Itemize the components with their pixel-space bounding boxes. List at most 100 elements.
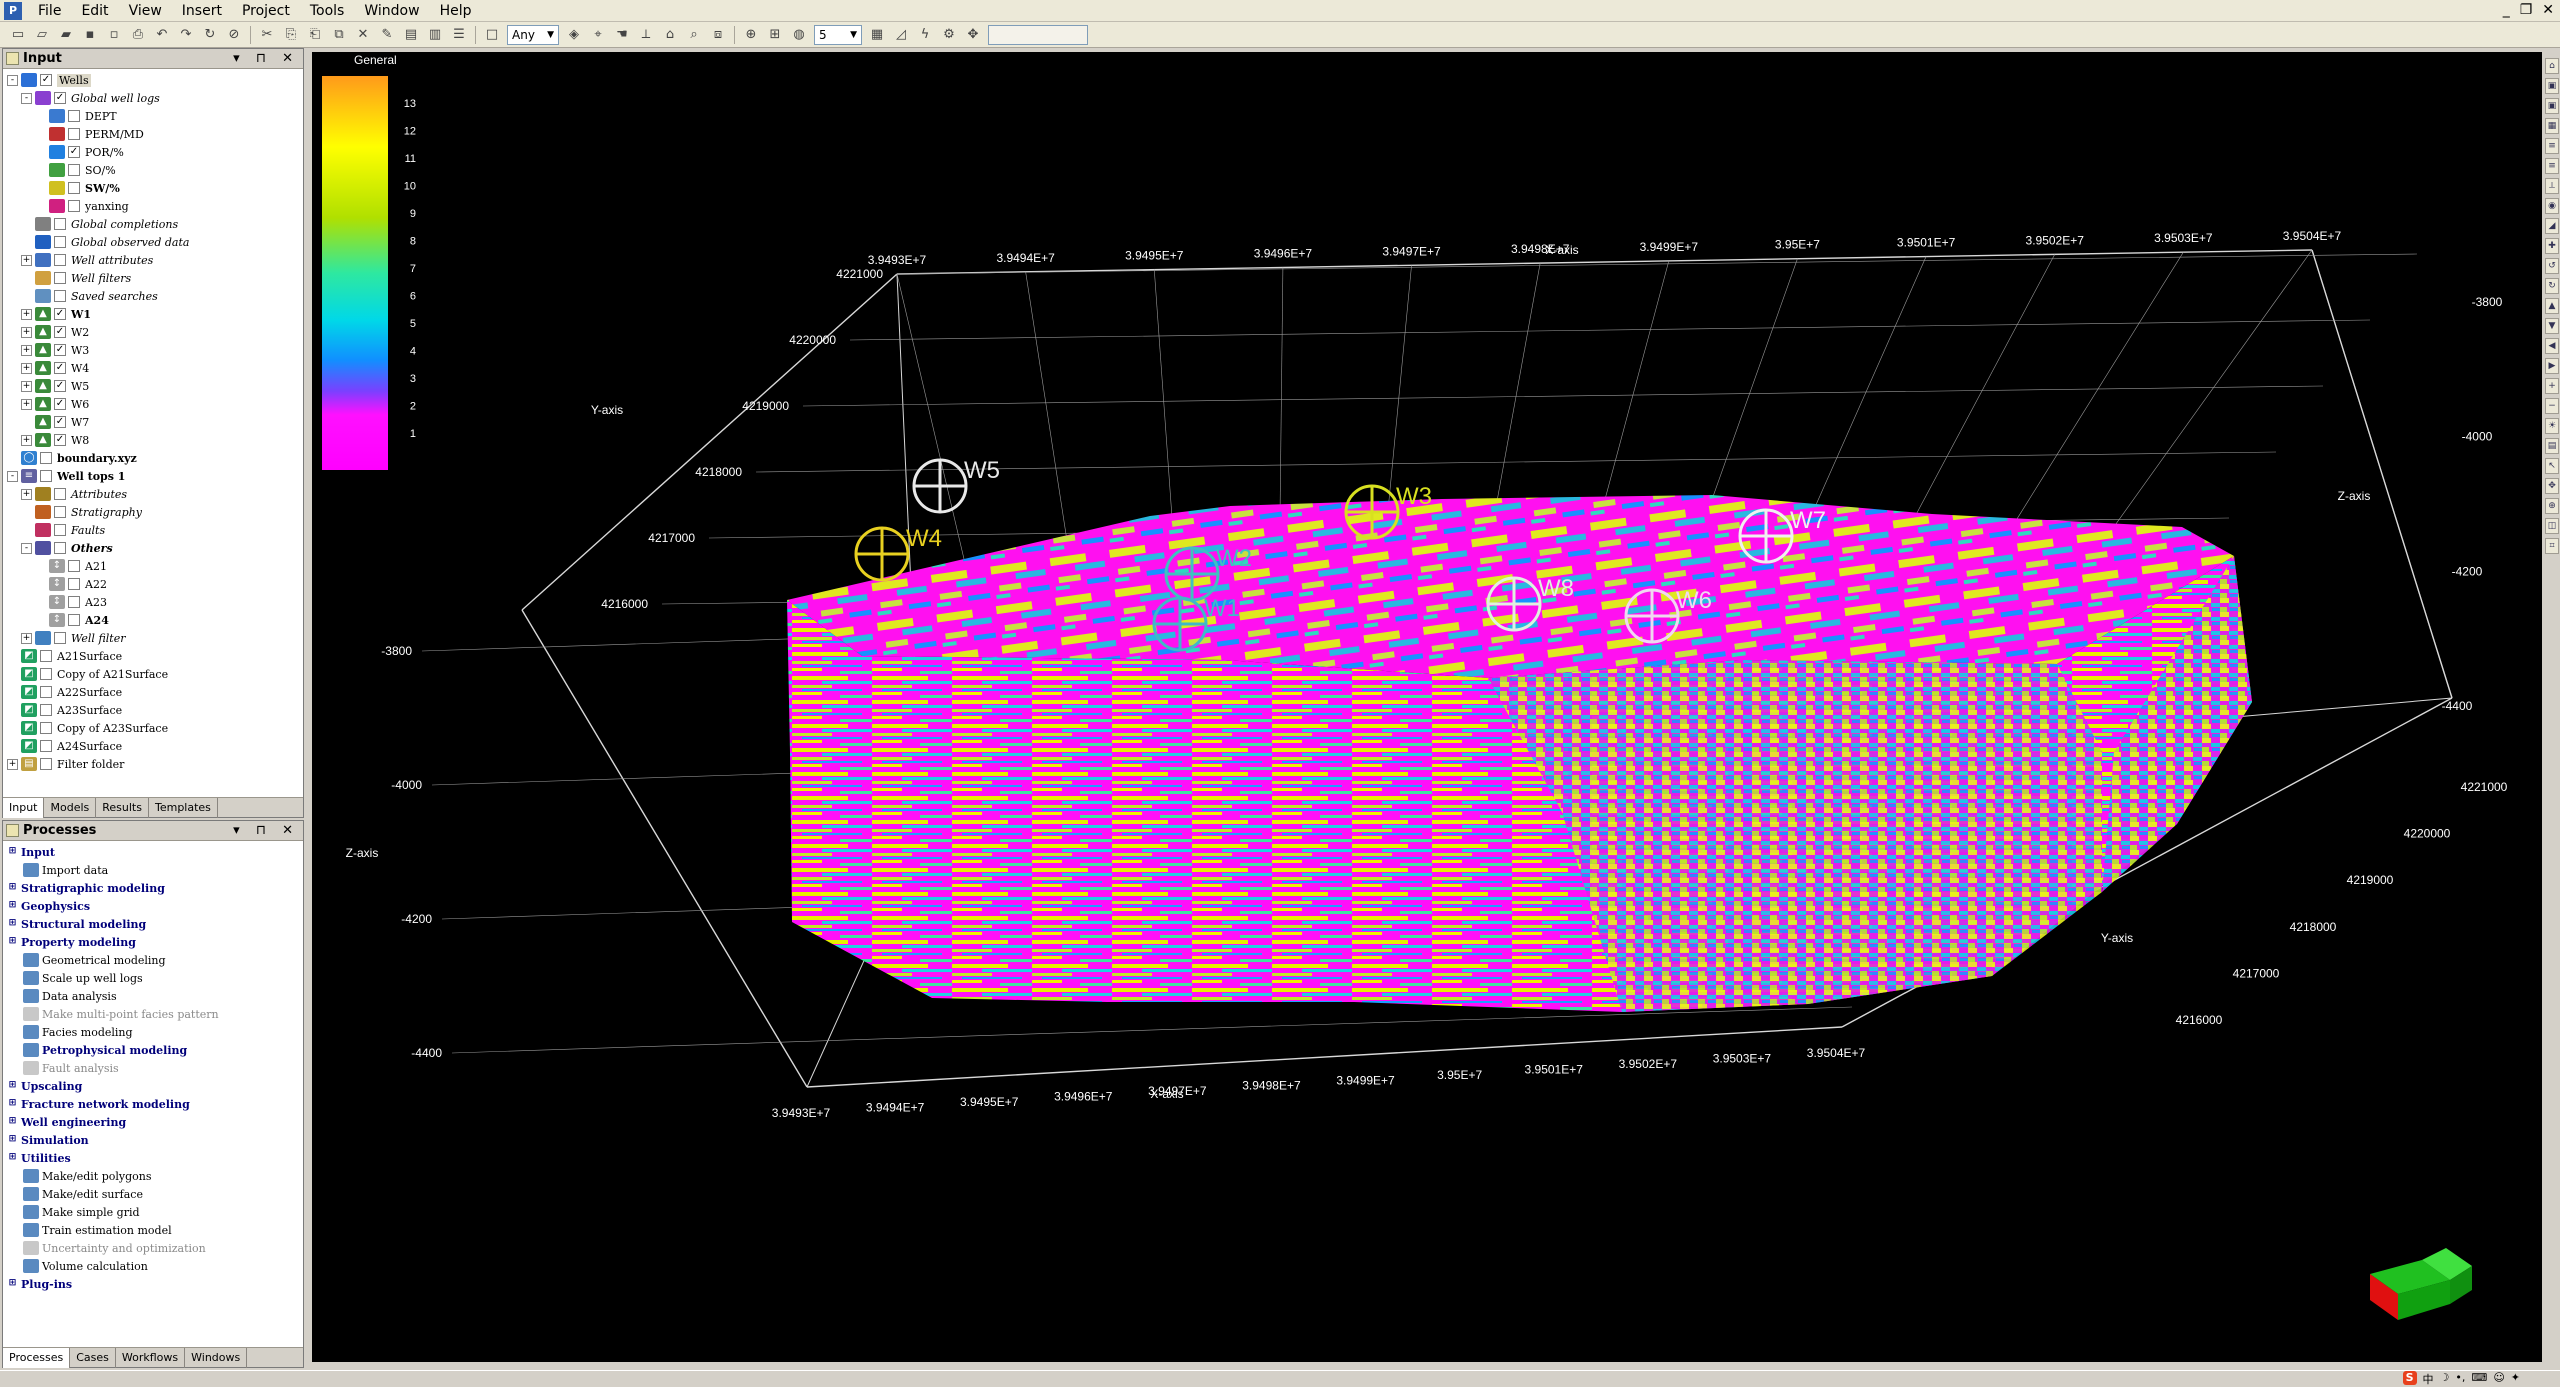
process-group[interactable]: ⊞ Well engineering	[7, 1113, 303, 1131]
folder-icon[interactable]: ▤	[401, 25, 421, 45]
menu-project[interactable]: Project	[232, 0, 300, 22]
paint-icon[interactable]: ◈	[564, 25, 584, 45]
tab-windows[interactable]: Windows	[185, 1348, 248, 1368]
process-group[interactable]: ⊞ Upscaling	[7, 1077, 303, 1095]
visibility-checkbox[interactable]	[54, 218, 66, 230]
tree-item[interactable]: ◯ boundary.xyz	[7, 449, 303, 467]
visibility-checkbox[interactable]	[54, 236, 66, 248]
arrow-up-icon[interactable]: ▲	[2545, 298, 2559, 314]
minimize-icon[interactable]: _	[2503, 2, 2510, 18]
mode-select[interactable]: Any ▼	[507, 24, 559, 45]
visibility-checkbox[interactable]	[68, 164, 80, 176]
visibility-checkbox[interactable]: ✓	[54, 362, 66, 374]
tree-item[interactable]: + ▲ ✓ W3	[7, 341, 303, 359]
expand-icon[interactable]: ⊞	[7, 882, 18, 894]
tree-item[interactable]: ◩ A22Surface	[7, 683, 303, 701]
process-group[interactable]: ⊞ Simulation	[7, 1131, 303, 1149]
save-as-icon[interactable]: ▫	[104, 25, 124, 45]
collapse-icon[interactable]: -	[7, 470, 18, 482]
open-folder-icon[interactable]: ▱	[32, 25, 52, 45]
process-item[interactable]: Geometrical modeling	[7, 951, 303, 969]
3d-window[interactable]: 3.9493E+7 3.9494E+7 3.9495E+7 3.9496E+7 3.94…	[312, 52, 2542, 1362]
tree-item[interactable]: Stratigraphy	[7, 503, 303, 521]
visibility-checkbox[interactable]	[40, 758, 52, 770]
tree-item[interactable]: - ✓ Global well logs	[7, 89, 303, 107]
visibility-checkbox[interactable]	[68, 110, 80, 122]
camera-icon[interactable]: ◉	[2545, 198, 2559, 214]
tree-item[interactable]: ◩ A24Surface	[7, 737, 303, 755]
expand-icon[interactable]: +	[21, 254, 32, 266]
tools-icon[interactable]: ✦	[2511, 1371, 2520, 1387]
tree-item[interactable]: Saved searches	[7, 287, 303, 305]
menu-file[interactable]: File	[28, 0, 71, 22]
visibility-checkbox[interactable]	[40, 704, 52, 716]
tree-item[interactable]: ◩ A23Surface	[7, 701, 303, 719]
tree-item[interactable]: + ▲ ✓ W4	[7, 359, 303, 377]
print-icon[interactable]: ⎙	[128, 25, 148, 45]
collapse-icon[interactable]: -	[21, 542, 32, 554]
process-item[interactable]: Scale up well logs	[7, 969, 303, 987]
tab-results[interactable]: Results	[96, 798, 149, 818]
target-icon[interactable]: ⊕	[741, 25, 761, 45]
pick-icon[interactable]: ⌖	[588, 25, 608, 45]
stop-icon[interactable]: ⊘	[224, 25, 244, 45]
refresh-icon[interactable]: ↻	[200, 25, 220, 45]
menu-window[interactable]: Window	[354, 0, 429, 22]
tab-cases[interactable]: Cases	[70, 1348, 116, 1368]
expand-icon[interactable]: ⊞	[7, 1080, 18, 1092]
menu-view[interactable]: View	[119, 0, 172, 22]
toolbar-input[interactable]	[988, 24, 1088, 45]
expand-icon[interactable]: ⊞	[7, 1152, 18, 1164]
grid-icon[interactable]: ▦	[867, 25, 887, 45]
process-item[interactable]: Train estimation model	[7, 1221, 303, 1239]
redo-icon[interactable]: ↷	[176, 25, 196, 45]
restore-icon[interactable]: ❐	[2520, 2, 2533, 18]
collapse-icon[interactable]: -	[7, 74, 18, 86]
tree-item[interactable]: ▲ ✓ W7	[7, 413, 303, 431]
input-method-icon[interactable]: S	[2402, 1371, 2417, 1385]
tree-item[interactable]: ↕ A23	[7, 593, 303, 611]
visibility-checkbox[interactable]	[40, 452, 52, 464]
select-icon[interactable]: ⊞	[765, 25, 785, 45]
pin-icon[interactable]: ⌂	[2545, 58, 2559, 74]
visibility-checkbox[interactable]	[40, 722, 52, 734]
process-item[interactable]: Make/edit polygons	[7, 1167, 303, 1185]
expand-icon[interactable]: +	[21, 488, 32, 500]
expand-icon[interactable]: ⊞	[7, 1116, 18, 1128]
layers-icon[interactable]: ≡	[2545, 158, 2559, 174]
orientation-cube[interactable]	[2370, 1248, 2472, 1320]
move-icon[interactable]: ✥	[963, 25, 983, 45]
tree-item[interactable]: Global completions	[7, 215, 303, 233]
tilt-icon[interactable]: ◢	[2545, 218, 2559, 234]
well-marker[interactable]: W5	[912, 457, 1000, 514]
hand-icon[interactable]: ☚	[612, 25, 632, 45]
visibility-checkbox[interactable]	[68, 182, 80, 194]
arrow-right-icon[interactable]: ▶	[2545, 358, 2559, 374]
tree-item[interactable]: ✓ POR/%	[7, 143, 303, 161]
moon-icon[interactable]: ☽	[2440, 1371, 2450, 1387]
visibility-checkbox[interactable]	[54, 524, 66, 536]
expand-icon[interactable]: ⊞	[7, 1278, 18, 1290]
snapshot-icon[interactable]: ◫	[2545, 518, 2559, 534]
menu-tools[interactable]: Tools	[300, 0, 355, 22]
3d-scene[interactable]: 3.9493E+7 3.9494E+7 3.9495E+7 3.9496E+7 3.94…	[312, 52, 2542, 1362]
settings-icon[interactable]: ⚙	[939, 25, 959, 45]
rotate-left-icon[interactable]: ↺	[2545, 258, 2559, 274]
expand-icon[interactable]: +	[21, 362, 32, 374]
expand-icon[interactable]: +	[21, 398, 32, 410]
menu-edit[interactable]: Edit	[71, 0, 118, 22]
process-group[interactable]: ⊞ Fracture network modeling	[7, 1095, 303, 1113]
tree-item[interactable]: SO/%	[7, 161, 303, 179]
duplicate-icon[interactable]: ⧉	[329, 25, 349, 45]
tree-item[interactable]: ◩ Copy of A23Surface	[7, 719, 303, 737]
tree-item[interactable]: ◩ A21Surface	[7, 647, 303, 665]
visibility-checkbox[interactable]	[40, 740, 52, 752]
process-group[interactable]: ⊞ Geophysics	[7, 897, 303, 915]
process-group[interactable]: ⊞ Plug-ins	[7, 1275, 303, 1293]
visibility-checkbox[interactable]	[40, 470, 52, 482]
menu-help[interactable]: Help	[430, 0, 482, 22]
paste-icon[interactable]: ⎗	[305, 25, 325, 45]
expand-icon[interactable]: ⊞	[7, 900, 18, 912]
zoom-out-icon[interactable]: −	[2545, 398, 2559, 414]
tab-processes[interactable]: Processes	[3, 1348, 71, 1368]
